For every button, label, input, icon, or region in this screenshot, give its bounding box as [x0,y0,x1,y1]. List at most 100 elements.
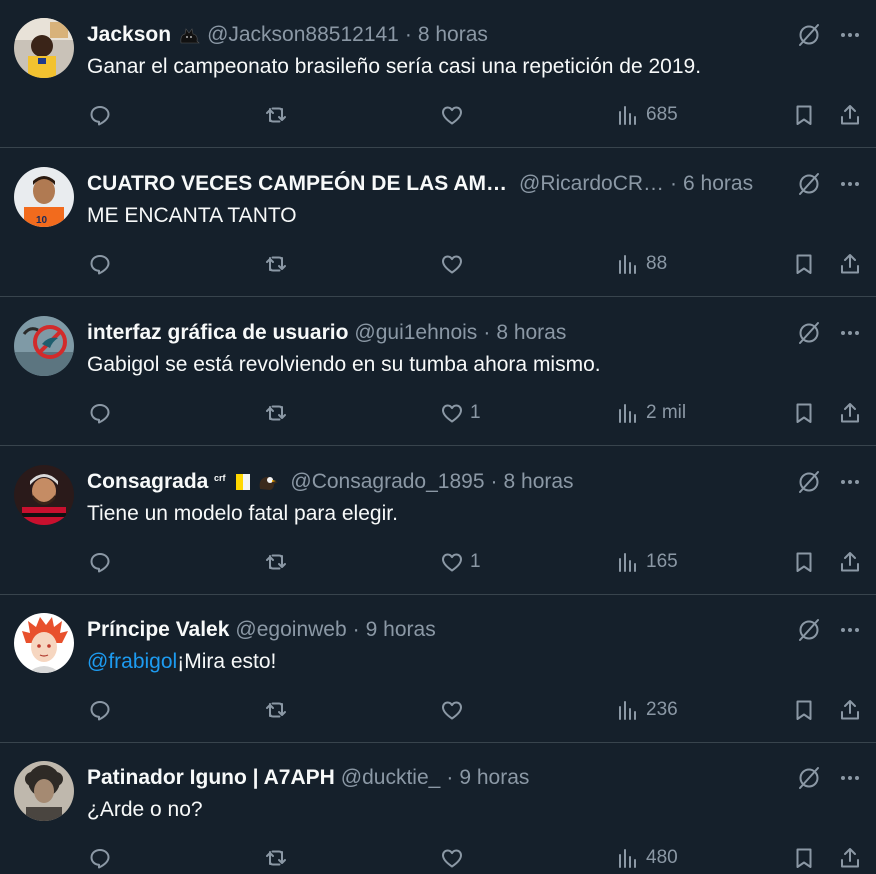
views-button[interactable]: 88 [616,251,667,277]
views-button[interactable]: 480 [616,845,678,871]
author-handle[interactable]: @gui1ehnois [354,320,477,346]
grok-icon[interactable] [794,318,824,348]
grok-icon[interactable] [794,467,824,497]
author-handle[interactable]: @Jackson88512141 [207,22,399,48]
avatar[interactable] [14,761,74,821]
tweet[interactable]: Jackson @Jackson88512141 · 8 horas Ganar… [0,0,876,148]
retweet-button[interactable] [264,251,294,277]
timestamp[interactable]: 6 horas [683,171,753,197]
views-button[interactable]: 685 [616,102,678,128]
author-name[interactable]: interfaz gráfica de usuario [87,320,348,346]
author-name[interactable]: Consagrada [87,469,208,495]
share-button[interactable] [838,549,862,575]
separator-dot: · [352,618,360,641]
bookmark-icon [792,846,816,870]
share-icon [838,103,862,127]
views-chart-icon [616,550,640,574]
views-button[interactable]: 236 [616,697,678,723]
tweet[interactable]: interfaz gráfica de usuario @gui1ehnois … [0,298,876,446]
bookmark-button[interactable] [792,845,816,871]
avatar[interactable] [14,316,74,376]
bookmark-button[interactable] [792,400,816,426]
like-count: 1 [470,551,481,572]
reply-button[interactable] [88,251,118,277]
reply-button[interactable] [88,400,118,426]
tweet-actions: 236 [0,685,876,735]
views-button[interactable]: 165 [616,549,678,575]
share-button[interactable] [838,251,862,277]
views-button[interactable]: 2 mil [616,400,686,426]
like-button[interactable] [440,845,470,871]
author-name[interactable]: CUATRO VECES CAMPEÓN DE LAS AM… [87,171,507,197]
share-button[interactable] [838,697,862,723]
grok-icon[interactable] [794,169,824,199]
reply-icon [88,550,112,574]
grok-icon[interactable] [794,615,824,645]
author-name[interactable]: Patinador Iguno | A7APH [87,765,335,791]
tweet[interactable]: Príncipe Valek @egoinweb · 9 horas @frab… [0,595,876,743]
like-button[interactable] [440,251,470,277]
tweet-text-content: ¿Arde o no? [87,798,203,821]
share-button[interactable] [838,400,862,426]
avatar[interactable] [14,465,74,525]
timestamp[interactable]: 8 horas [496,320,566,346]
like-count: 1 [470,402,481,423]
reply-icon [88,103,112,127]
like-button[interactable] [440,102,470,128]
reply-button[interactable] [88,697,118,723]
timestamp[interactable]: 8 horas [504,469,574,495]
bookmark-button[interactable] [792,251,816,277]
more-options-icon[interactable] [835,20,865,50]
grok-icon[interactable] [794,763,824,793]
share-button[interactable] [838,102,862,128]
grok-icon[interactable] [794,20,824,50]
views-chart-icon [616,252,640,276]
reply-button[interactable] [88,549,118,575]
svg-text:10: 10 [36,215,48,226]
more-options-icon[interactable] [835,169,865,199]
author-handle[interactable]: @egoinweb [235,617,346,643]
share-icon [838,846,862,870]
retweet-button[interactable] [264,845,294,871]
avatar-man-orange-jersey-icon: 10 [14,167,74,227]
svg-text:crf: crf [214,473,227,483]
retweet-button[interactable] [264,400,294,426]
retweet-icon [264,103,288,127]
author-handle[interactable]: @ducktie_ [341,765,441,791]
timeline: Jackson @Jackson88512141 · 8 horas Ganar… [0,0,876,874]
like-button[interactable] [440,697,470,723]
tweet-text: Tiene un modelo fatal para elegir. [87,501,836,527]
tweet[interactable]: Consagrada crf @Consagrado_1895 · 8 hora… [0,447,876,595]
author-name[interactable]: Jackson [87,22,171,48]
tweet-text-content: Tiene un modelo fatal para elegir. [87,502,398,525]
more-options-icon[interactable] [835,615,865,645]
tweet[interactable]: 10 CUATRO VECES CAMPEÓN DE LAS AM… @Rica… [0,149,876,297]
retweet-button[interactable] [264,697,294,723]
like-button[interactable]: 1 [440,400,481,426]
author-handle[interactable]: @Consagrado_1895 [290,469,484,495]
bookmark-button[interactable] [792,549,816,575]
retweet-button[interactable] [264,102,294,128]
tweet-header: Príncipe Valek @egoinweb · 9 horas [87,617,780,643]
avatar[interactable]: 10 [14,167,74,227]
heart-icon [440,550,464,574]
avatar[interactable] [14,18,74,78]
timestamp[interactable]: 9 horas [459,765,529,791]
more-options-icon[interactable] [835,763,865,793]
like-button[interactable]: 1 [440,549,481,575]
bookmark-button[interactable] [792,697,816,723]
reply-button[interactable] [88,102,118,128]
timestamp[interactable]: 9 horas [366,617,436,643]
more-options-icon[interactable] [835,318,865,348]
more-options-icon[interactable] [835,467,865,497]
bookmark-button[interactable] [792,102,816,128]
share-button[interactable] [838,845,862,871]
author-name[interactable]: Príncipe Valek [87,617,229,643]
mention-link[interactable]: @frabigol [87,650,177,673]
reply-button[interactable] [88,845,118,871]
author-handle[interactable]: @RicardoCR… [519,171,664,197]
retweet-button[interactable] [264,549,294,575]
tweet[interactable]: Patinador Iguno | A7APH @ducktie_ · 9 ho… [0,743,876,874]
avatar[interactable] [14,613,74,673]
timestamp[interactable]: 8 horas [418,22,488,48]
